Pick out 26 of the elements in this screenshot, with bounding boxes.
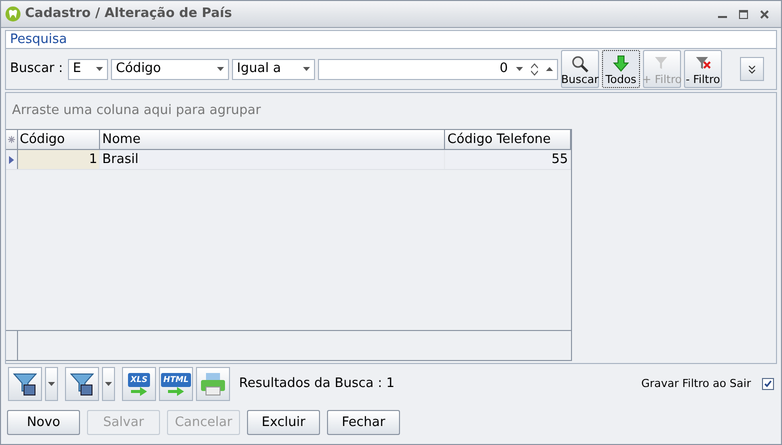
export-button[interactable]: HTML bbox=[159, 367, 193, 401]
field-dropdown[interactable]: Código bbox=[110, 58, 229, 80]
action-button[interactable]: Fechar bbox=[327, 410, 400, 435]
toolbar-button[interactable]: - Filtro bbox=[684, 50, 722, 88]
results-count: Resultados da Busca : 1 bbox=[239, 375, 395, 394]
group-hint: Arraste uma coluna aqui para agrupar bbox=[12, 102, 261, 120]
column-header[interactable]: Nome bbox=[100, 130, 446, 149]
value-field[interactable]: 0 bbox=[318, 58, 558, 80]
window-title: Cadastro / Alteração de País bbox=[25, 5, 232, 24]
toolbar-button[interactable]: Buscar bbox=[560, 50, 599, 88]
operator-dropdown[interactable]: Igual a bbox=[232, 58, 315, 80]
table-row[interactable]: 1 Brasil 55 bbox=[6, 150, 571, 170]
value-text: 0 bbox=[500, 60, 508, 78]
export-button[interactable]: XLS bbox=[122, 367, 156, 401]
panel-title: Pesquisa bbox=[10, 30, 67, 49]
table-cell: Brasil bbox=[100, 150, 446, 169]
toolbar-button[interactable]: Todos bbox=[602, 50, 640, 88]
action-button[interactable]: Novo bbox=[7, 410, 80, 435]
search-label: Buscar : bbox=[10, 60, 63, 78]
table-cell: 1 bbox=[18, 150, 100, 169]
action-button[interactable]: Excluir bbox=[247, 410, 320, 435]
save-filter-label: Gravar Filtro ao Sair bbox=[641, 376, 751, 392]
connector-dropdown[interactable]: E bbox=[68, 58, 108, 80]
column-header[interactable]: Código Telefone bbox=[445, 130, 571, 149]
column-header[interactable]: Código bbox=[18, 130, 100, 149]
table-cell: 55 bbox=[445, 150, 571, 169]
